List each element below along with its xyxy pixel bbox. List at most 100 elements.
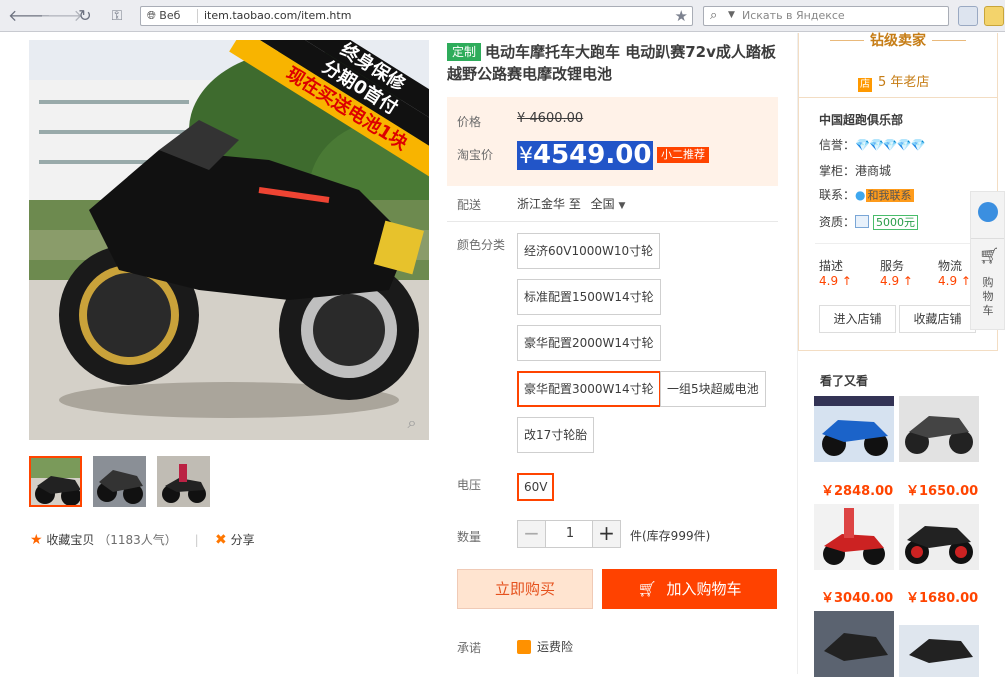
add-to-cart-label[interactable]: 加入购物车: [667, 580, 742, 598]
recommend-price-4[interactable]: ￥1680.00: [906, 587, 978, 606]
also-viewed-title: 看了又看: [820, 374, 869, 388]
promise-item[interactable]: 运费险: [517, 638, 573, 655]
option-deluxe-2000w[interactable]: 豪华配置2000W14寸轮: [517, 325, 661, 361]
menu-icon[interactable]: [984, 6, 1004, 26]
option-economy-60v[interactable]: 经济60V1000W10寸轮: [517, 233, 661, 269]
id-card-icon[interactable]: [855, 215, 870, 228]
address-bar[interactable]: 🌐︎ Веб item.taobao.com/item.htm ★: [140, 6, 693, 26]
score-description: 4.9 ↑: [819, 274, 852, 288]
shop-age: 店 5 年老店: [858, 71, 929, 92]
recommend-image: [814, 611, 894, 677]
shipping-from: 浙江金华 至: [517, 197, 581, 211]
quantity-plus-button[interactable]: +: [592, 521, 620, 547]
search-input[interactable]: Искать в Яндексе: [742, 9, 845, 22]
product-page: 终身保修 分期0首付 现在买送电池1块 ⌕ ★ 收藏宝贝 （1183人气） | …: [0, 33, 1005, 677]
cart-icon[interactable]: 🛒︎: [979, 246, 999, 265]
thumbnail-3[interactable]: [157, 456, 210, 507]
deposit-badge[interactable]: 5000元: [873, 215, 919, 230]
main-product-image[interactable]: 终身保修 分期0首付 现在买送电池1块 ⌕: [29, 40, 429, 440]
shipping-to[interactable]: 全国: [591, 197, 615, 211]
shipping-to-select[interactable]: 全国 ▼: [591, 197, 626, 211]
owner-label: 掌柜：: [819, 164, 856, 178]
enter-shop-button[interactable]: 进入店铺: [819, 305, 896, 333]
sidebar-cart-label[interactable]: 购物车: [981, 276, 995, 318]
recommend-price-1[interactable]: ￥2848.00: [821, 480, 893, 499]
contact-button[interactable]: 和我联系: [865, 189, 914, 202]
thumbnail-1[interactable]: [29, 456, 82, 507]
option-standard-1500w[interactable]: 标准配置1500W14寸轮: [517, 279, 661, 315]
recommend-price-3[interactable]: ￥3040.00: [821, 587, 893, 606]
shipping-label: 配送: [457, 198, 482, 212]
url-text[interactable]: item.taobao.com/item.htm: [204, 9, 351, 22]
recommend-item-3[interactable]: [814, 504, 894, 570]
original-price: ¥ 4600.00: [517, 111, 584, 126]
buy-now-button[interactable]: 立即购买: [457, 569, 593, 609]
divider: |: [194, 533, 199, 547]
recommend-item-5[interactable]: [814, 611, 894, 677]
favorite-item[interactable]: ★ 收藏宝贝 （1183人气） |: [30, 531, 199, 548]
seller-level: 钻级卖家: [799, 33, 997, 57]
divider: [815, 243, 987, 244]
recommend-badge[interactable]: 小二推荐: [657, 147, 709, 163]
shop-contact: 联系：● 和我联系: [819, 186, 914, 203]
star-icon: ★: [30, 532, 43, 548]
favorite-label[interactable]: 收藏宝贝: [46, 533, 94, 547]
back-icon[interactable]: 🡐: [8, 5, 51, 27]
option-deluxe-3000w[interactable]: 豪华配置3000W14寸轮: [517, 371, 661, 407]
chevron-down-icon[interactable]: ▼: [619, 201, 626, 211]
forward-icon[interactable]: 🡒: [40, 5, 83, 27]
recommend-price-2[interactable]: ￥1650.00: [906, 480, 978, 499]
key-icon[interactable]: ⚿: [106, 5, 128, 27]
rating-label: 信誉：: [819, 138, 856, 152]
search-bar[interactable]: ⌕ ▼ Искать в Яндексе: [703, 6, 949, 26]
quantity-input[interactable]: 1: [547, 521, 593, 547]
share-item[interactable]: ✖ 分享: [215, 531, 255, 548]
address-divider: [197, 9, 198, 23]
stock-text: 件(库存999件): [630, 529, 711, 543]
promise-value[interactable]: 运费险: [537, 640, 573, 654]
shipping-info: 浙江金华 至 全国 ▼: [517, 195, 625, 212]
recommend-item-4[interactable]: [899, 504, 979, 570]
insurance-icon: [517, 640, 531, 654]
shop-name[interactable]: 中国超跑俱乐部: [819, 111, 903, 128]
price-box: 价格 ¥ 4600.00 淘宝价 ¥4549.00 小二推荐: [447, 97, 778, 186]
owner-name[interactable]: 港商城: [855, 164, 891, 178]
divider: [932, 40, 966, 41]
seller-level-text: 钻级卖家: [870, 33, 926, 49]
diamond-icons[interactable]: 💎💎💎💎💎: [855, 138, 926, 152]
share-label[interactable]: 分享: [231, 533, 255, 547]
collect-shop-button[interactable]: 收藏店铺: [899, 305, 976, 333]
divider: [447, 221, 778, 222]
recommend-item-6[interactable]: [899, 611, 979, 677]
thumbnail-2[interactable]: [93, 456, 146, 507]
promise-label: 承诺: [457, 641, 482, 655]
recommend-item-1[interactable]: [814, 396, 894, 462]
option-battery-set[interactable]: 一组5块超威电池: [660, 371, 766, 407]
voltage-option-60v[interactable]: 60V: [517, 473, 555, 501]
divider: [830, 40, 864, 41]
shop-rating: 信誉：💎💎💎💎💎: [819, 136, 926, 153]
cart-icon: 🛒︎: [637, 580, 657, 598]
price-label: 价格: [457, 115, 482, 129]
thumbnail-image: [93, 456, 146, 507]
download-icon[interactable]: [958, 6, 978, 26]
protocol-label: Веб: [159, 9, 181, 22]
chat-icon: ●: [855, 188, 866, 202]
score-label-description: 描述: [819, 259, 844, 273]
contact-label: 联系：: [819, 188, 856, 202]
quantity-minus-button[interactable]: −: [518, 521, 546, 547]
shop-icon: 店: [858, 78, 872, 92]
chat-bot-icon[interactable]: [978, 202, 998, 222]
bookmark-star-icon[interactable]: ★: [675, 7, 688, 25]
zoom-icon[interactable]: ⌕: [401, 412, 423, 434]
recommend-image: [899, 504, 979, 570]
shop-info-panel: 钻级卖家 店 5 年老店 中国超跑俱乐部 信誉：💎💎💎💎💎 掌柜：港商城 联系：●…: [798, 33, 998, 351]
reload-icon[interactable]: ↻: [74, 5, 96, 27]
floating-toolbar: 🛒︎ 购物车: [970, 191, 1005, 330]
chevron-down-icon[interactable]: ▼: [728, 10, 735, 20]
recommend-item-2[interactable]: [899, 396, 979, 462]
option-17inch-tire[interactable]: 改17寸轮胎: [517, 417, 595, 453]
product-title-block: 定制 电动车摩托车大跑车 电动趴赛72v成人踏板越野公路赛电摩改锂电池: [447, 41, 787, 85]
add-to-cart-button[interactable]: 🛒︎ 加入购物车: [602, 569, 777, 609]
search-icon: ⌕: [710, 8, 718, 23]
